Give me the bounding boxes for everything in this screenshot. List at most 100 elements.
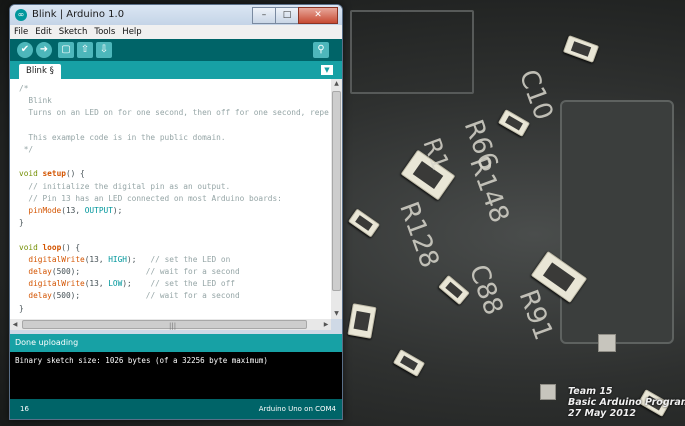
code-token: }: [19, 218, 24, 228]
code-text[interactable]: /* Blink Turns on an LED on for one seco…: [10, 79, 331, 315]
code-token: delay: [28, 267, 52, 277]
minimize-button[interactable]: –: [252, 7, 276, 24]
code-line[interactable]: void setup() {: [19, 168, 331, 180]
code-token: );: [127, 254, 151, 264]
serial-monitor-button[interactable]: ⚲: [313, 42, 329, 58]
code-line[interactable]: // Pin 13 has an LED connected on most A…: [19, 193, 331, 205]
scroll-up-icon[interactable]: ▲: [331, 79, 342, 89]
code-token: // wait for a second: [145, 291, 240, 301]
arrow-up-icon: ⇧: [80, 44, 90, 55]
board-info: Arduino Uno on COM4: [258, 405, 336, 413]
code-token: (500);: [51, 291, 146, 301]
code-line[interactable]: /*: [19, 83, 331, 95]
code-token: setup: [42, 169, 66, 179]
footer-bar: 16 Arduino Uno on COM4: [10, 399, 342, 419]
code-line[interactable]: */: [19, 144, 331, 156]
line-number: 16: [20, 405, 29, 413]
code-line[interactable]: pinMode(13, OUTPUT);: [19, 205, 331, 217]
arduino-ide-window: ∞ Blink | Arduino 1.0 – □ ✕ File Edit Sk…: [9, 4, 343, 420]
silkscreen-r91: R91: [512, 285, 559, 345]
code-token: void: [19, 169, 43, 179]
code-token: /*: [19, 84, 29, 93]
code-line[interactable]: void loop() {: [19, 242, 331, 254]
arduino-logo-icon: ∞: [15, 9, 27, 21]
code-line[interactable]: delay(500); // wait for a second: [19, 266, 331, 278]
title-bar[interactable]: ∞ Blink | Arduino 1.0 – □ ✕: [10, 5, 342, 25]
code-line[interactable]: Turns on an LED on for one second, then …: [19, 107, 331, 119]
code-line[interactable]: Blink: [19, 95, 331, 107]
arrow-down-icon: ⇩: [99, 44, 109, 55]
code-token: HIGH: [108, 254, 127, 264]
arrow-right-icon: ➜: [39, 44, 49, 55]
save-button[interactable]: ⇩: [96, 42, 112, 58]
toolbar: ✔ ➜ ▢ ⇧ ⇩ ⚲: [10, 39, 342, 61]
magnifier-icon: ⚲: [317, 44, 325, 55]
code-line[interactable]: digitalWrite(13, LOW); // set the LED of…: [19, 278, 331, 290]
code-token: pinMode: [28, 206, 62, 216]
credits-team: Team 15: [568, 386, 613, 397]
code-token: // set the LED on: [150, 254, 231, 264]
scroll-right-icon[interactable]: ▶: [321, 319, 331, 330]
code-line[interactable]: ​: [19, 229, 331, 241]
code-line[interactable]: delay(500); // wait for a second: [19, 290, 331, 302]
menu-tools[interactable]: Tools: [94, 25, 115, 39]
close-button[interactable]: ✕: [298, 7, 338, 24]
menu-sketch[interactable]: Sketch: [59, 25, 88, 39]
credits-date: 27 May 2012: [568, 408, 637, 419]
code-token: () {: [65, 169, 85, 179]
silkscreen-r128: R128: [393, 198, 445, 272]
code-editor[interactable]: /* Blink Turns on an LED on for one seco…: [10, 79, 331, 319]
menu-edit[interactable]: Edit: [35, 25, 51, 39]
check-icon: ✔: [20, 44, 30, 55]
code-token: OUTPUT: [84, 206, 113, 216]
code-token: // wait for a second: [145, 267, 240, 277]
upload-button[interactable]: ➜: [36, 42, 52, 58]
code-token: (13,: [84, 254, 109, 264]
tab-menu-button[interactable]: ▼: [321, 65, 333, 75]
scroll-left-icon[interactable]: ◀: [10, 319, 20, 330]
verify-button[interactable]: ✔: [17, 42, 33, 58]
scroll-down-icon[interactable]: ▼: [331, 309, 342, 319]
code-token: delay: [28, 291, 52, 301]
code-token: This example code is in the public domai…: [19, 132, 226, 142]
maximize-button[interactable]: □: [275, 7, 299, 24]
code-line[interactable]: }: [19, 303, 331, 315]
code-token: // initialize the digital pin as an outp…: [19, 181, 231, 191]
code-token: () {: [61, 242, 81, 252]
code-token: Turns on an LED on for one second, then …: [19, 108, 329, 118]
code-token: Blink: [19, 96, 52, 106]
code-line[interactable]: digitalWrite(13, HIGH); // set the LED o…: [19, 254, 331, 266]
code-token: );: [122, 279, 151, 289]
vertical-scroll-thumb[interactable]: [332, 91, 341, 291]
silkscreen-c88: C88: [462, 260, 509, 320]
code-token: void: [19, 242, 43, 252]
code-token: }: [19, 303, 24, 313]
credits-caption: Team 15 Basic Arduino Programming 27 May…: [568, 386, 685, 419]
menu-help[interactable]: Help: [122, 25, 141, 39]
code-line[interactable]: ​: [19, 120, 331, 132]
code-line[interactable]: This example code is in the public domai…: [19, 132, 331, 144]
tab-blink[interactable]: Blink §: [19, 64, 61, 79]
code-token: );: [112, 206, 123, 216]
code-line[interactable]: }: [19, 217, 331, 229]
horizontal-scrollbar[interactable]: ◀ ||| ▶: [10, 319, 331, 330]
code-token: LOW: [108, 279, 123, 289]
code-line[interactable]: // initialize the digital pin as an outp…: [19, 181, 331, 193]
window-title: Blink | Arduino 1.0: [32, 9, 125, 20]
grip-icon: |||: [169, 322, 177, 330]
code-token: digitalWrite: [28, 254, 85, 264]
vertical-scrollbar[interactable]: ▲ ▼: [331, 79, 342, 319]
code-token: // Pin 13 has an LED connected on most A…: [19, 193, 282, 203]
code-token: digitalWrite: [28, 279, 85, 289]
status-bar: Done uploading: [10, 334, 342, 352]
code-token: */: [19, 145, 34, 155]
menu-file[interactable]: File: [14, 25, 28, 39]
new-button[interactable]: ▢: [58, 42, 74, 58]
open-button[interactable]: ⇧: [77, 42, 93, 58]
code-line[interactable]: ​: [19, 156, 331, 168]
horizontal-scroll-thumb[interactable]: |||: [22, 320, 307, 330]
